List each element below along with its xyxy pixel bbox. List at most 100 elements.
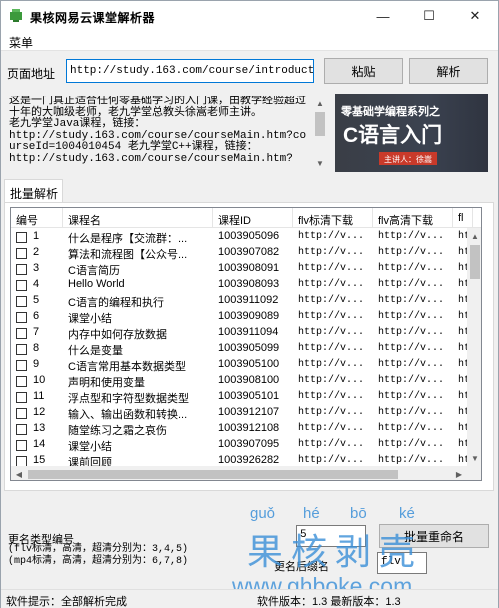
- table-horizontal-scrollbar[interactable]: ◀ ▶: [11, 466, 467, 480]
- column-header-num[interactable]: 编号: [11, 208, 63, 228]
- column-header-flv-sd[interactable]: flv标清下载: [293, 208, 373, 228]
- scroll-thumb[interactable]: [470, 245, 480, 279]
- scroll-up-icon[interactable]: ▲: [467, 228, 481, 244]
- cell-flv-sd-link[interactable]: http://v...: [293, 437, 373, 453]
- table-row[interactable]: 12 输入、输出函数和转换... 1003912107 http://v... http…: [11, 405, 481, 421]
- cell-flv-hd-link[interactable]: http://v...: [373, 293, 453, 309]
- row-checkbox[interactable]: [16, 376, 27, 387]
- scroll-left-icon[interactable]: ◀: [11, 466, 27, 480]
- url-input[interactable]: http://study.163.com/course/introduction…: [66, 59, 314, 83]
- cell-flv-sd-link[interactable]: http://v...: [293, 357, 373, 373]
- cell-course-id: 1003905101: [218, 390, 280, 402]
- cell-flv-hd-link[interactable]: http://v...: [373, 373, 453, 389]
- row-checkbox[interactable]: [16, 264, 27, 275]
- description-scrollbar[interactable]: ▲ ▼: [312, 96, 328, 170]
- cell-flv-hd-link[interactable]: http://v...: [373, 245, 453, 261]
- cell-flv-hd-link[interactable]: http://v...: [373, 229, 453, 245]
- cell-course-name: Hello World: [68, 278, 125, 290]
- status-bar: 软件提示：全部解析完成 软件版本：1.3 最新版本：1.3: [1, 589, 498, 608]
- cell-flv-sd-link[interactable]: http://v...: [293, 277, 373, 293]
- cell-flv-hd-link[interactable]: http://v...: [373, 405, 453, 421]
- scroll-down-icon[interactable]: ▼: [312, 156, 328, 170]
- cell-flv-hd-link[interactable]: http://v...: [373, 389, 453, 405]
- cell-course-name: 声明和使用变量: [68, 377, 145, 389]
- minimize-button[interactable]: —: [360, 1, 406, 31]
- table-row[interactable]: 4 Hello World 1003908093 http://v... http://…: [11, 277, 481, 293]
- table-row[interactable]: 9 C语言常用基本数据类型 1003905100 http://v... http://…: [11, 357, 481, 373]
- row-checkbox[interactable]: [16, 424, 27, 435]
- row-checkbox[interactable]: [16, 248, 27, 259]
- table-row[interactable]: 11 浮点型和字符型数据类型 1003905101 http://v... http:/…: [11, 389, 481, 405]
- minimize-icon: —: [376, 8, 390, 24]
- table-row[interactable]: 8 什么是变量 1003905099 http://v... http://v... ht: [11, 341, 481, 357]
- table-row[interactable]: 5 C语言的编程和执行 1003911092 http://v... http://v.…: [11, 293, 481, 309]
- cell-course-id: 1003907095: [218, 438, 280, 450]
- table-row[interactable]: 2 算法和流程图【公众号... 1003907082 http://v... http:…: [11, 245, 481, 261]
- scroll-thumb[interactable]: [28, 470, 398, 479]
- maximize-button[interactable]: ☐: [406, 1, 452, 31]
- paste-button[interactable]: 粘贴: [324, 58, 403, 84]
- cell-flv-sd-link[interactable]: http://v...: [293, 229, 373, 245]
- row-checkbox[interactable]: [16, 408, 27, 419]
- cell-flv-hd-link[interactable]: http://v...: [373, 437, 453, 453]
- table-vertical-scrollbar[interactable]: ▲ ▼: [467, 228, 481, 466]
- tab-batch-parse[interactable]: 批量解析: [4, 179, 63, 203]
- cell-flv-hd-link[interactable]: http://v...: [373, 325, 453, 341]
- row-checkbox[interactable]: [16, 312, 27, 323]
- table-row[interactable]: 14 课堂小结 1003907095 http://v... http://v... ht: [11, 437, 481, 453]
- scroll-down-icon[interactable]: ▼: [467, 450, 481, 466]
- cell-row-number: 2: [33, 246, 40, 258]
- cell-course-name: C语言常用基本数据类型: [68, 361, 186, 373]
- scroll-thumb[interactable]: [315, 112, 325, 136]
- cell-flv-sd-link[interactable]: http://v...: [293, 421, 373, 437]
- cell-course-id: 1003912107: [218, 406, 280, 418]
- column-header-name[interactable]: 课程名: [63, 208, 213, 228]
- cell-course-id: 1003909089: [218, 310, 280, 322]
- cell-flv-sd-link[interactable]: http://v...: [293, 373, 373, 389]
- table-row[interactable]: 1 什么是程序【交流群：... 1003905096 http://v... http:…: [11, 229, 481, 245]
- cell-flv-sd-link[interactable]: http://v...: [293, 245, 373, 261]
- row-checkbox[interactable]: [16, 280, 27, 291]
- cell-flv-hd-link[interactable]: http://v...: [373, 261, 453, 277]
- row-checkbox[interactable]: [16, 360, 27, 371]
- cell-flv-sd-link[interactable]: http://v...: [293, 341, 373, 357]
- row-checkbox[interactable]: [16, 232, 27, 243]
- close-button[interactable]: ✕: [452, 1, 498, 31]
- table-row[interactable]: 7 内存中如何存放数据 1003911094 http://v... http://v.…: [11, 325, 481, 341]
- cell-flv-sd-link[interactable]: http://v...: [293, 389, 373, 405]
- table-row[interactable]: 10 声明和使用变量 1003908100 http://v... http://v..…: [11, 373, 481, 389]
- cell-flv-sd-link[interactable]: http://v...: [293, 261, 373, 277]
- scroll-up-icon[interactable]: ▲: [312, 96, 328, 110]
- cell-course-id: 1003911092: [218, 294, 279, 306]
- table-row[interactable]: 13 随堂练习之霜之哀伤 1003912108 http://v... http://v…: [11, 421, 481, 437]
- table-row[interactable]: 3 C语言简历 1003908091 http://v... http://v... ht: [11, 261, 481, 277]
- cell-row-number: 1: [33, 230, 40, 242]
- cell-flv-sd-link[interactable]: http://v...: [293, 405, 373, 421]
- column-header-id[interactable]: 课程ID: [213, 208, 293, 228]
- row-checkbox[interactable]: [16, 296, 27, 307]
- row-checkbox[interactable]: [16, 344, 27, 355]
- url-label: 页面地址: [7, 67, 56, 81]
- cell-flv-hd-link[interactable]: http://v...: [373, 277, 453, 293]
- cell-flv-hd-link[interactable]: http://v...: [373, 309, 453, 325]
- scroll-right-icon[interactable]: ▶: [451, 466, 467, 480]
- cell-flv-sd-link[interactable]: http://v...: [293, 309, 373, 325]
- title-bar[interactable]: 果核网易云课堂解析器 — ☐ ✕: [1, 1, 498, 31]
- cell-flv-hd-link[interactable]: http://v...: [373, 357, 453, 373]
- column-header-flv-hd[interactable]: flv高清下载: [373, 208, 453, 228]
- row-checkbox[interactable]: [16, 440, 27, 451]
- cell-flv-sd-link[interactable]: http://v...: [293, 293, 373, 309]
- cell-flv-hd-link[interactable]: http://v...: [373, 341, 453, 357]
- maximize-icon: ☐: [423, 8, 435, 23]
- cell-flv-hd-link[interactable]: http://v...: [373, 421, 453, 437]
- table-row[interactable]: 6 课堂小结 1003909089 http://v... http://v... ht: [11, 309, 481, 325]
- column-header-extra[interactable]: fl: [453, 208, 473, 228]
- course-description-box[interactable]: 这是一门真正适合任何零基础学习的入门课，由教学经验超过十年的大咖级老师，老九学堂…: [9, 96, 328, 170]
- row-checkbox[interactable]: [16, 392, 27, 403]
- row-checkbox[interactable]: [16, 328, 27, 339]
- cell-row-number: 5: [33, 294, 40, 306]
- cell-row-number: 6: [33, 310, 40, 322]
- cell-flv-sd-link[interactable]: http://v...: [293, 325, 373, 341]
- menu-item-main[interactable]: 菜单: [9, 34, 33, 51]
- parse-button[interactable]: 解析: [409, 58, 488, 84]
